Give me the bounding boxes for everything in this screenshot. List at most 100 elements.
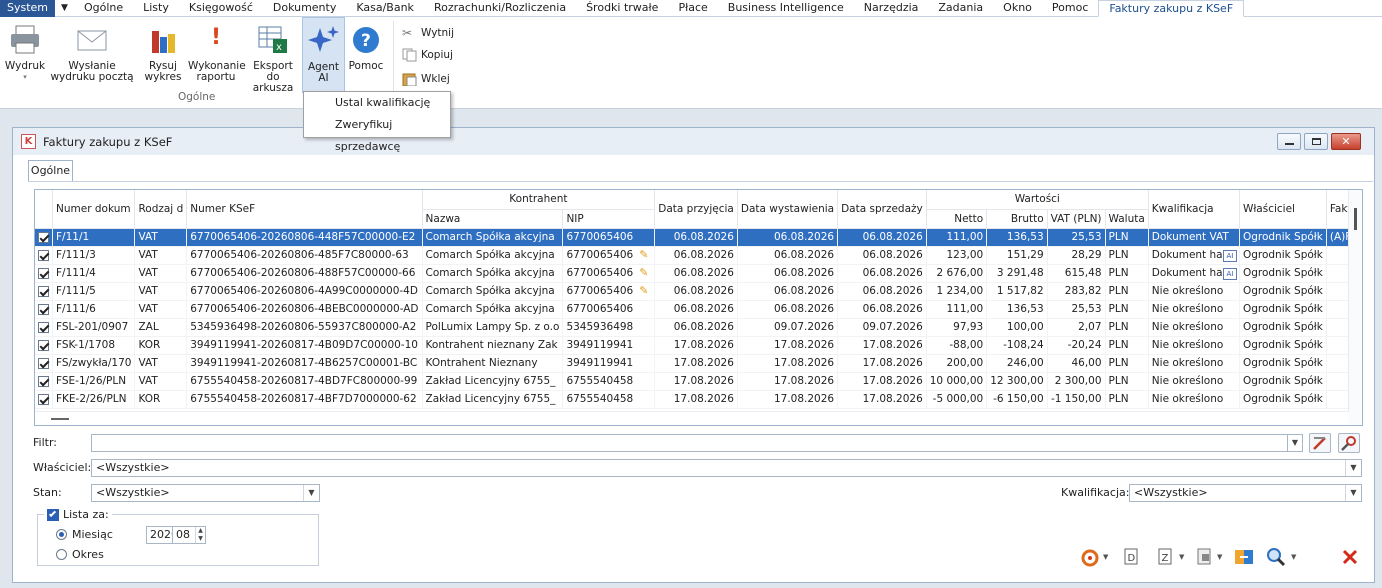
cell-number[interactable]: F/111/5 (52, 282, 136, 301)
cell-currency[interactable]: PLN (1105, 354, 1149, 373)
menu-item-13[interactable]: Pomoc (1042, 0, 1098, 17)
edit-pencil-icon[interactable]: ✎ (639, 285, 651, 297)
cell-qualification[interactable]: Dokument hand AI (1148, 246, 1240, 265)
range-radio-row[interactable]: Okres (56, 548, 104, 561)
menu-item-9[interactable]: Business Intelligence (718, 0, 854, 17)
cell-net[interactable]: 10 000,00 (926, 372, 988, 391)
row-checkbox[interactable] (38, 357, 49, 369)
cell-name[interactable]: Comarch Spółka akcyjna (422, 264, 564, 283)
tab-general[interactable]: Ogólne (28, 160, 73, 182)
cell-gross[interactable]: -6 150,00 (986, 390, 1048, 409)
table-row[interactable]: F/111/3 VAT 6770065406-20260806-485F7C8000… (35, 246, 1362, 265)
cell-owner[interactable]: Ogrodnik Spółk (1239, 390, 1327, 409)
cell-vat[interactable]: -20,24 (1047, 336, 1106, 355)
cell-gross[interactable]: 136,53 (986, 228, 1048, 247)
cell-gross[interactable]: 12 300,00 (986, 372, 1048, 391)
maximize-button[interactable] (1304, 133, 1328, 150)
cell-issue-date[interactable]: 17.08.2026 (737, 336, 839, 355)
cell-owner[interactable]: Ogrodnik Spółk (1239, 300, 1327, 319)
menu-item-12[interactable]: Okno (993, 0, 1042, 17)
quick-access-chevron-icon[interactable]: ▼ (55, 0, 74, 17)
horizontal-scroll-thumb[interactable] (51, 418, 69, 420)
col-vat-header[interactable]: VAT (PLN) (1047, 209, 1106, 229)
row-checkbox-cell[interactable] (35, 300, 53, 319)
list-for-checkbox-row[interactable]: Lista za: (44, 508, 112, 521)
row-checkbox[interactable] (38, 321, 49, 333)
cell-gross[interactable]: 1 517,82 (986, 282, 1048, 301)
cell-owner[interactable]: Ogrodnik Spółk (1239, 264, 1327, 283)
col-gross-header[interactable]: Brutto (986, 209, 1048, 229)
cell-nip[interactable]: 6770065406 (562, 228, 656, 247)
draw-chart-button[interactable]: Rysuj wykres (140, 17, 186, 93)
cell-sale-date[interactable]: 06.08.2026 (837, 300, 927, 319)
cell-currency[interactable]: PLN (1105, 336, 1149, 355)
cell-issue-date[interactable]: 17.08.2026 (737, 372, 839, 391)
cell-issue-date[interactable]: 06.08.2026 (737, 264, 839, 283)
cell-currency[interactable]: PLN (1105, 372, 1149, 391)
cell-received-date[interactable]: 06.08.2026 (654, 228, 738, 247)
cell-issue-date[interactable]: 06.08.2026 (737, 246, 839, 265)
cell-name[interactable]: Comarch Spółka akcyjna (422, 228, 564, 247)
cell-ksef[interactable]: 6770065406-20260806-4BEBC0000000-AD (186, 300, 423, 319)
cell-received-date[interactable]: 17.08.2026 (654, 372, 738, 391)
cell-name[interactable]: Zakład Licencyjny 6755_ (422, 372, 564, 391)
col-currency-header[interactable]: Waluta (1105, 209, 1149, 229)
paste-button[interactable]: Wklej (402, 69, 450, 89)
cell-name[interactable]: Zakład Licencyjny 6755_ (422, 390, 564, 409)
row-checkbox[interactable] (38, 231, 49, 243)
cell-vat[interactable]: 283,82 (1047, 282, 1106, 301)
cell-nip[interactable]: 6770065406 ✎ (562, 246, 656, 265)
export-sheet-button[interactable]: x Eksport do arkusza (246, 17, 300, 94)
cell-net[interactable]: -88,00 (926, 336, 988, 355)
row-checkbox[interactable] (38, 393, 49, 405)
menu-item-14[interactable]: Faktury zakupu z KSeF (1098, 0, 1245, 17)
cell-number[interactable]: FSK-1/1708 (52, 336, 136, 355)
vertical-scroll-thumb[interactable] (1354, 208, 1357, 230)
table-row[interactable]: F/111/4 VAT 6770065406-20260806-488F57C000… (35, 264, 1362, 283)
cell-received-date[interactable]: 17.08.2026 (654, 354, 738, 373)
cell-vat[interactable]: 25,53 (1047, 300, 1106, 319)
cell-net[interactable]: 1 234,00 (926, 282, 988, 301)
cell-vat[interactable]: 25,53 (1047, 228, 1106, 247)
spinner-arrows-icon[interactable]: ▲▼ (195, 527, 205, 543)
cell-nip[interactable]: 3949119941 (562, 336, 656, 355)
col-net-header[interactable]: Netto (926, 209, 988, 229)
row-checkbox-cell[interactable] (35, 390, 53, 409)
cell-ksef[interactable]: 6770065406-20260806-448F57C00000-E2 (186, 228, 423, 247)
row-checkbox[interactable] (38, 375, 49, 387)
cell-name[interactable]: PolLumix Lampy Sp. z o.o (422, 318, 564, 337)
month-spinner[interactable]: 08 ▲ ▼ (172, 526, 206, 544)
row-checkbox-cell[interactable] (35, 354, 53, 373)
transfer-button[interactable] (1233, 546, 1255, 568)
cell-number[interactable]: FSE-1/26/PLN (52, 372, 136, 391)
cell-gross[interactable]: -108,24 (986, 336, 1048, 355)
edit-pencil-icon[interactable]: ✎ (639, 249, 651, 261)
row-checkbox[interactable] (38, 249, 49, 261)
cell-name[interactable]: Comarch Spółka akcyjna (422, 282, 564, 301)
cell-gross[interactable]: 3 291,48 (986, 264, 1048, 283)
cell-gross[interactable]: 151,29 (986, 246, 1048, 265)
col-issued-header[interactable]: Data wystawienia (737, 190, 839, 229)
cell-qualification[interactable]: Nie określono (1148, 318, 1240, 337)
document-z-chevron-icon[interactable]: ▼ (1179, 546, 1187, 568)
filter-dropdown[interactable]: ▼ (1285, 434, 1303, 452)
menu-item-2[interactable]: Listy (133, 0, 179, 17)
cell-number[interactable]: F/111/6 (52, 300, 136, 319)
cell-qualification[interactable]: Dokument VAT (1148, 228, 1240, 247)
menu-item-8[interactable]: Płace (668, 0, 717, 17)
cell-issue-date[interactable]: 06.08.2026 (737, 282, 839, 301)
cell-type[interactable]: VAT (134, 264, 188, 283)
cell-ksef[interactable]: 6770065406-20260806-485F7C80000-63 (186, 246, 423, 265)
menu-item-10[interactable]: Narzędzia (854, 0, 929, 17)
menu-item-6[interactable]: Rozrachunki/Rozliczenia (424, 0, 576, 17)
cell-qualification[interactable]: Nie określono (1148, 282, 1240, 301)
row-checkbox-cell[interactable] (35, 246, 53, 265)
cell-type[interactable]: VAT (134, 300, 188, 319)
cell-received-date[interactable]: 06.08.2026 (654, 300, 738, 319)
search-chevron-icon[interactable]: ▼ (1291, 546, 1299, 568)
row-checkbox-cell[interactable] (35, 264, 53, 283)
row-checkbox[interactable] (38, 339, 49, 351)
col-qualification-header[interactable]: Kwalifikacja (1148, 190, 1240, 229)
col-received-header[interactable]: Data przyjęcia (654, 190, 738, 229)
help-button[interactable]: ? Pomoc (347, 17, 385, 93)
